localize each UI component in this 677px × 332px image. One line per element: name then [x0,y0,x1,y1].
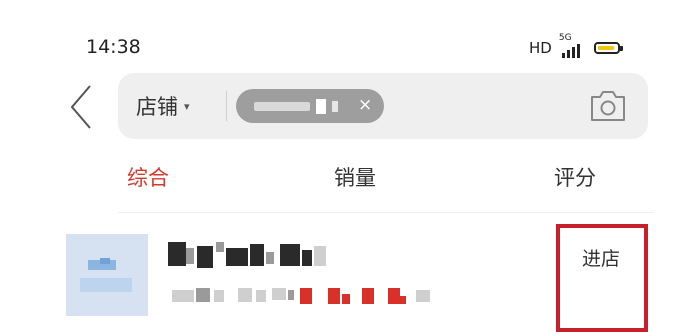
back-button[interactable] [66,84,100,130]
divider [118,212,654,213]
tab-rating[interactable]: 评分 [554,162,596,192]
clear-icon[interactable]: × [358,95,372,115]
divider [226,91,227,121]
chevron-left-icon [70,85,91,129]
search-bar[interactable]: 店铺 ▾ × [118,73,648,139]
enter-shop-button[interactable]: 进店 [566,232,642,324]
hd-indicator: HD [529,39,552,57]
enter-shop-label: 进店 [582,248,621,270]
status-time: 14:38 [86,36,141,58]
search-scope-label: 店铺 [136,95,178,119]
network-type: 5G [558,33,572,43]
caret-down-icon: ▾ [184,99,190,113]
shop-logo[interactable] [66,234,148,316]
battery-icon [593,42,623,54]
signal-icon: 5G [558,33,584,60]
camera-search-button[interactable] [588,88,628,124]
search-scope-dropdown[interactable]: 店铺 ▾ [136,91,190,121]
sort-tabs: 综合 销量 评分 [0,162,677,202]
tab-comprehensive[interactable]: 综合 [127,162,169,192]
camera-icon [591,91,625,121]
search-keyword-chip[interactable]: × [236,89,384,123]
status-icons: HD 5G [529,33,623,60]
tab-sales[interactable]: 销量 [334,162,376,192]
